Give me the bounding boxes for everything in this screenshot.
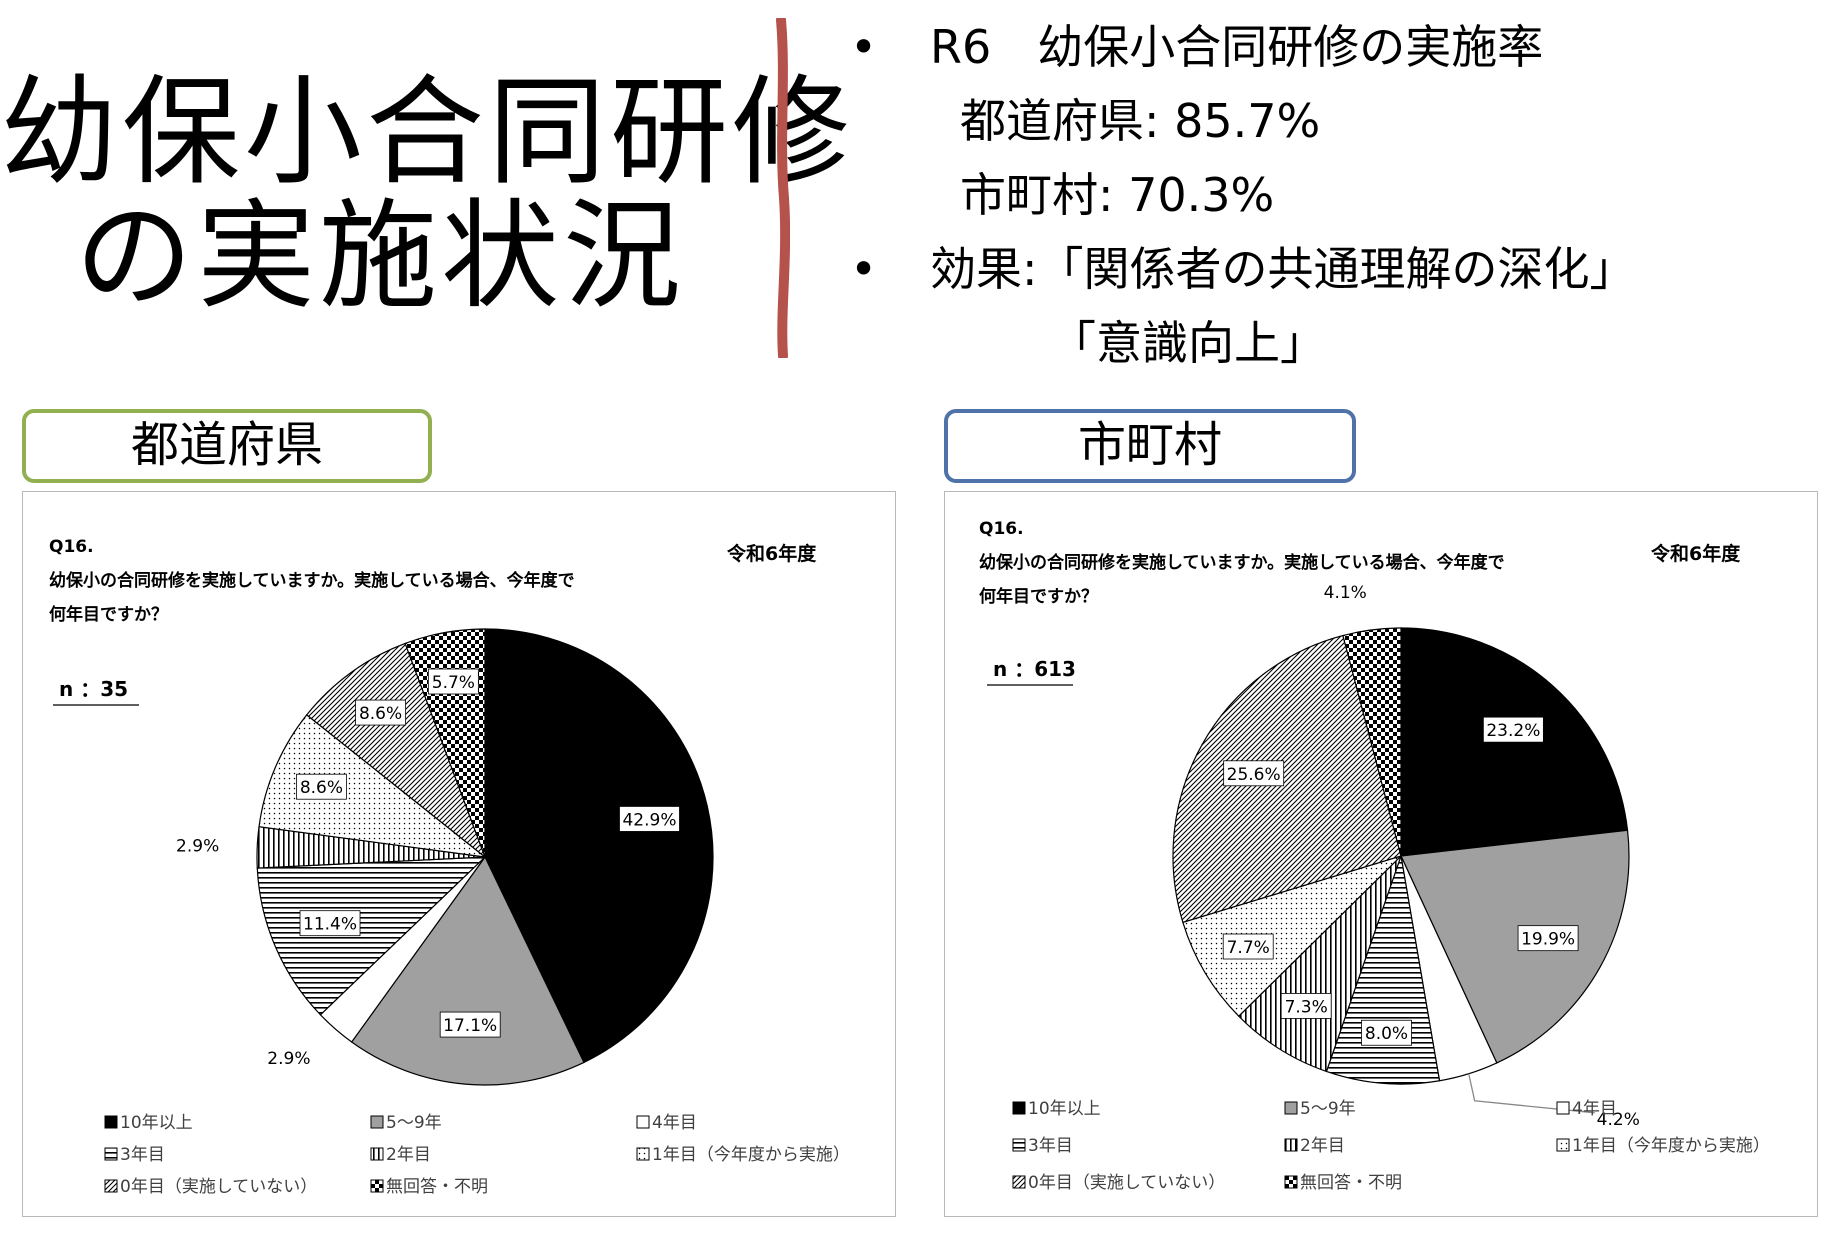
- data-label: 8.0%: [1365, 1024, 1408, 1044]
- divider-stroke: [776, 18, 790, 358]
- legend-label: 5〜9年: [386, 1113, 442, 1133]
- bullet-marker: •: [850, 242, 878, 296]
- data-label: 2.9%: [176, 837, 219, 857]
- legend-swatch: [1284, 1101, 1298, 1115]
- data-label: 4.1%: [1324, 583, 1367, 603]
- legend-label: 5〜9年: [1300, 1099, 1356, 1119]
- data-label: 7.7%: [1227, 938, 1270, 958]
- legend-label: 3年目: [1028, 1136, 1073, 1156]
- bullet-marker: •: [850, 20, 878, 74]
- legend-label: 4年目: [652, 1113, 697, 1133]
- legend-swatch: [370, 1115, 384, 1129]
- legend-label: 1年目（今年度から実施）: [1572, 1136, 1770, 1156]
- page-title: 幼保小合同研修 の実施状況: [0, 63, 855, 325]
- legend-swatch: [370, 1179, 384, 1193]
- year-label: 令和6年度: [1651, 542, 1741, 565]
- legend-swatch: [104, 1179, 118, 1193]
- municipality-pie-chart: Q16. 幼保小の合同研修を実施していますか。実施している場合、今年度で何年目です…: [979, 519, 1770, 1193]
- legend-label: 4年目: [1572, 1099, 1617, 1119]
- year-label: 令和6年度: [727, 542, 817, 565]
- legend-label: 1年目（今年度から実施）: [652, 1145, 850, 1165]
- prefecture-header: 都道府県: [22, 409, 432, 483]
- sample-size-label: n ：613: [993, 657, 1076, 681]
- page-title-line2: の実施状況: [74, 187, 685, 325]
- legend-label: 無回答・不明: [386, 1177, 488, 1197]
- legend-swatch: [104, 1147, 118, 1161]
- bullet-effect-cont: 「意識向上」: [850, 306, 1636, 380]
- sample-size-label: n ：35: [59, 677, 128, 701]
- legend-swatch: [1284, 1138, 1298, 1152]
- data-label: 25.6%: [1227, 765, 1281, 785]
- data-label: 19.9%: [1521, 930, 1575, 950]
- legend-swatch: [1012, 1101, 1026, 1115]
- legend-label: 2年目: [386, 1145, 431, 1165]
- legend-label: 0年目（実施していない）: [1028, 1173, 1225, 1193]
- question-line-1: 幼保小の合同研修を実施していますか。実施している場合、今年度で: [49, 570, 575, 591]
- legend-swatch: [1556, 1101, 1570, 1115]
- pref-rate-text: 都道府県: 85.7%: [960, 94, 1321, 148]
- legend-swatch: [636, 1115, 650, 1129]
- data-label: 5.7%: [432, 673, 475, 693]
- data-label: 8.6%: [359, 704, 402, 724]
- divider: [776, 18, 790, 358]
- municipality-header: 市町村: [944, 409, 1356, 483]
- prefecture-pie-chart: Q16. 幼保小の合同研修を実施していますか。実施している場合、今年度で何年目です…: [49, 537, 850, 1197]
- prefecture-chart-panel: Q16. 幼保小の合同研修を実施していますか。実施している場合、今年度で 何年目です…: [22, 491, 896, 1217]
- data-label: 23.2%: [1486, 721, 1540, 741]
- legend-label: 2年目: [1300, 1136, 1345, 1156]
- question-id: Q16.: [979, 519, 1024, 539]
- effect-text-1: 効果:「関係者の共通理解の深化」: [930, 242, 1636, 296]
- page-title-line1: 幼保小合同研修: [0, 63, 855, 201]
- question-line-1: 幼保小の合同研修を実施していますか。実施している場合、今年度で: [979, 552, 1505, 573]
- legend-swatch: [1012, 1175, 1026, 1189]
- data-label: 7.3%: [1285, 997, 1328, 1017]
- question-id: Q16.: [49, 537, 94, 557]
- data-label: 11.4%: [303, 915, 357, 935]
- effect-text-2: 「意識向上」: [1050, 316, 1326, 370]
- rate-heading-text: R6 幼保小合同研修の実施率: [930, 20, 1544, 74]
- question-line-2: 何年目ですか？: [49, 604, 168, 625]
- summary-bullets: • R6 幼保小合同研修の実施率 都道府県: 85.7% 市町村: 70.3% …: [850, 10, 1636, 380]
- legend-label: 3年目: [120, 1145, 165, 1165]
- bullet-muni-rate: 市町村: 70.3%: [850, 158, 1636, 232]
- data-label: 2.9%: [267, 1049, 310, 1069]
- legend-swatch: [1556, 1138, 1570, 1152]
- data-label: 8.6%: [300, 778, 343, 798]
- question-line-2: 何年目ですか？: [979, 586, 1098, 607]
- data-label: 17.1%: [443, 1016, 497, 1036]
- legend-swatch: [370, 1147, 384, 1161]
- legend-label: 10年以上: [120, 1113, 193, 1133]
- legend-swatch: [1012, 1138, 1026, 1152]
- data-label: 42.9%: [622, 810, 676, 830]
- legend-swatch: [104, 1115, 118, 1129]
- bullet-pref-rate: 都道府県: 85.7%: [850, 84, 1636, 158]
- legend-label: 10年以上: [1028, 1099, 1101, 1119]
- bullet-rate-heading: • R6 幼保小合同研修の実施率: [850, 10, 1636, 84]
- legend-label: 無回答・不明: [1300, 1173, 1402, 1193]
- legend-swatch: [636, 1147, 650, 1161]
- muni-rate-text: 市町村: 70.3%: [960, 168, 1275, 222]
- legend-swatch: [1284, 1175, 1298, 1189]
- legend-label: 0年目（実施していない）: [120, 1177, 317, 1197]
- bullet-effect: • 効果:「関係者の共通理解の深化」: [850, 232, 1636, 306]
- municipality-chart-panel: Q16. 幼保小の合同研修を実施していますか。実施している場合、今年度で 何年目です…: [944, 491, 1818, 1217]
